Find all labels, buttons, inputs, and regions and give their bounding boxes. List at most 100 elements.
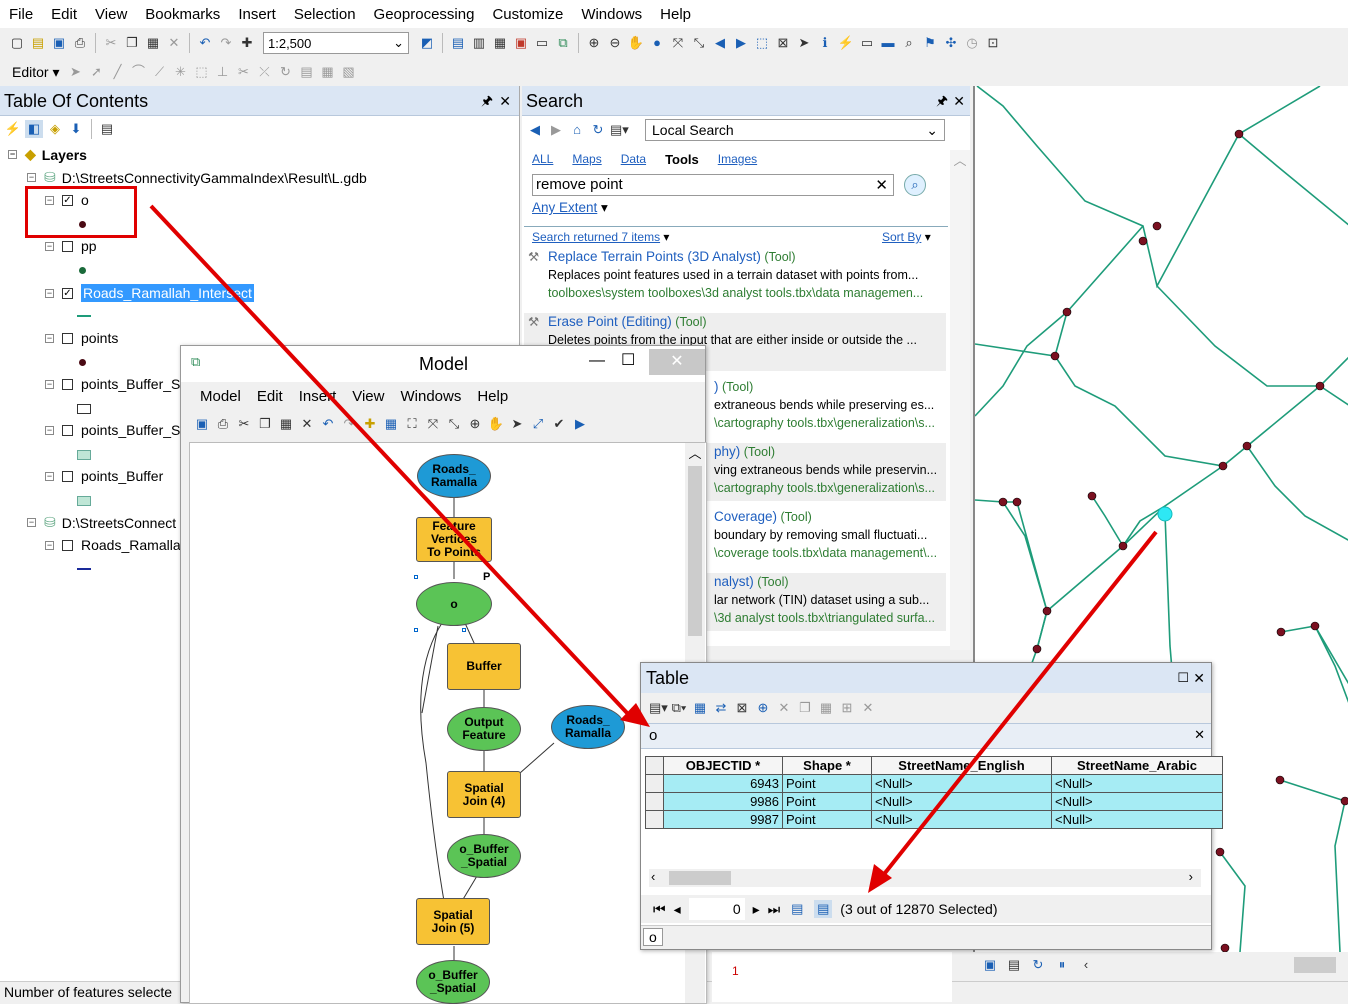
- home-icon[interactable]: ⌂: [568, 121, 586, 139]
- scroll-up-icon[interactable]: ︿: [685, 443, 705, 462]
- cut-icon[interactable]: ✂: [235, 415, 253, 433]
- collapse-icon[interactable]: −: [45, 288, 54, 298]
- list-by-source-icon[interactable]: ◧: [25, 120, 43, 138]
- scroll-left-icon[interactable]: ‹: [1077, 956, 1095, 974]
- table-tab-o[interactable]: o: [643, 928, 663, 946]
- forward-icon[interactable]: ▶: [547, 121, 565, 139]
- menu-view[interactable]: View: [86, 6, 136, 23]
- model-node-buffer[interactable]: Buffer: [447, 643, 521, 690]
- model-node-o-buffer-spatial-1[interactable]: o_Buffer _Spatial: [447, 834, 521, 878]
- row-selector[interactable]: [645, 792, 664, 811]
- redo-icon[interactable]: ↷: [340, 415, 358, 433]
- scroll-thumb[interactable]: [688, 466, 702, 636]
- menu-edit[interactable]: Edit: [42, 6, 86, 23]
- table-cell[interactable]: <Null>: [871, 792, 1052, 811]
- validate-icon[interactable]: ✔: [550, 415, 568, 433]
- open-icon[interactable]: ▤: [29, 34, 47, 52]
- catalog-icon[interactable]: ▥: [470, 34, 488, 52]
- python-icon[interactable]: ▭: [533, 34, 551, 52]
- menu-windows[interactable]: Windows: [572, 6, 651, 23]
- layer-visibility-checkbox[interactable]: [62, 332, 73, 344]
- scroll-right-icon[interactable]: ›: [1189, 869, 1193, 884]
- sort-by-link[interactable]: Sort By ▾: [882, 230, 931, 244]
- map-scroll-thumb[interactable]: [1294, 957, 1336, 973]
- clear-search-icon[interactable]: ✕: [875, 176, 888, 194]
- hyperlink-icon[interactable]: ⚡: [837, 34, 855, 52]
- layer-points[interactable]: − points: [45, 330, 118, 346]
- zoom-in-icon[interactable]: ⊕: [585, 34, 603, 52]
- layer-visibility-checkbox[interactable]: [62, 470, 73, 482]
- layer-visibility-checkbox[interactable]: [62, 240, 73, 252]
- close-icon[interactable]: ✕: [1194, 727, 1205, 743]
- save-icon[interactable]: ▣: [193, 415, 211, 433]
- toolbox-icon[interactable]: ▣: [512, 34, 530, 52]
- model-node-spatial-join-5[interactable]: Spatial Join (5): [416, 898, 490, 945]
- row-selector[interactable]: [645, 774, 664, 793]
- minimize-button[interactable]: —: [589, 352, 605, 370]
- show-selected-records-icon[interactable]: ▤: [814, 900, 833, 918]
- menu-selection[interactable]: Selection: [285, 6, 365, 23]
- collapse-icon[interactable]: −: [45, 241, 54, 251]
- collapse-icon[interactable]: −: [45, 540, 54, 550]
- column-header[interactable]: Shape *: [782, 756, 872, 775]
- table-cell[interactable]: <Null>: [1051, 792, 1223, 811]
- switch-selection-icon[interactable]: ⇄: [712, 699, 730, 717]
- pin-icon[interactable]: 🖈: [481, 86, 493, 116]
- fixed-zoom-out-icon[interactable]: ⤡: [445, 415, 463, 433]
- table-cell[interactable]: <Null>: [1051, 774, 1223, 793]
- forward-icon[interactable]: ▶: [732, 34, 750, 52]
- pin-icon[interactable]: 🖈: [936, 86, 948, 116]
- table-row[interactable]: 9986 Point <Null> <Null>: [645, 792, 1223, 811]
- editor-menu[interactable]: Editor ▾: [8, 64, 64, 81]
- print-icon[interactable]: ⎙: [71, 34, 89, 52]
- find-route-icon[interactable]: ⚑: [921, 34, 939, 52]
- layer-pp[interactable]: − pp: [45, 238, 97, 254]
- menu-bookmarks[interactable]: Bookmarks: [136, 6, 229, 23]
- delete-icon[interactable]: ✕: [165, 34, 183, 52]
- column-header[interactable]: StreetName_Arabic: [1051, 756, 1223, 775]
- tab-data[interactable]: Data: [621, 152, 646, 167]
- add-data-icon[interactable]: ✚: [238, 34, 256, 52]
- go-to-xy-icon[interactable]: ✣: [942, 34, 960, 52]
- model-node-o[interactable]: o: [416, 582, 492, 626]
- layer-visibility-checkbox[interactable]: [62, 424, 73, 436]
- time-slider-icon[interactable]: ◷: [963, 34, 981, 52]
- table-options-icon[interactable]: ▤▾: [649, 699, 668, 717]
- menu-customize[interactable]: Customize: [483, 6, 572, 23]
- column-header[interactable]: StreetName_English: [871, 756, 1052, 775]
- data-view-icon[interactable]: ▣: [981, 956, 999, 974]
- collapse-icon[interactable]: −: [45, 333, 54, 343]
- save-icon[interactable]: ▣: [50, 34, 68, 52]
- search-options-icon[interactable]: ▤▾: [610, 121, 629, 139]
- layer-visibility-checkbox[interactable]: [62, 539, 73, 551]
- editor-toolbar-icon[interactable]: ◩: [418, 34, 436, 52]
- run-icon[interactable]: ▶: [571, 415, 589, 433]
- close-button[interactable]: ✕: [649, 349, 705, 375]
- maximize-button[interactable]: ☐: [1177, 663, 1189, 693]
- layout-view-icon[interactable]: ▤: [1005, 956, 1023, 974]
- gdb-source-1[interactable]: − ⛁ D:\StreetsConnectivityGammaIndex\Resul…: [27, 169, 367, 186]
- selection-handle[interactable]: [414, 628, 418, 632]
- search-result[interactable]: ⚒ Replace Terrain Points (3D Analyst) (T…: [524, 248, 946, 308]
- table-cell[interactable]: Point: [782, 810, 872, 829]
- paste-icon[interactable]: ▦: [144, 34, 162, 52]
- scroll-up-icon[interactable]: ︿: [950, 150, 970, 169]
- collapse-icon[interactable]: −: [45, 471, 54, 481]
- column-header[interactable]: OBJECTID *: [663, 756, 783, 775]
- delete-icon[interactable]: ✕: [298, 415, 316, 433]
- menu-insert[interactable]: Insert: [229, 6, 285, 23]
- tab-images[interactable]: Images: [718, 152, 757, 167]
- list-by-selection-icon[interactable]: ⬇: [67, 120, 85, 138]
- measure-icon[interactable]: ▬: [879, 34, 897, 52]
- table-cell[interactable]: <Null>: [871, 810, 1052, 829]
- options-icon[interactable]: ▤: [98, 120, 116, 138]
- fixed-zoom-out-icon[interactable]: ⤡: [690, 34, 708, 52]
- table-cell[interactable]: 9986: [663, 792, 783, 811]
- clear-selection-icon[interactable]: ⊠: [733, 699, 751, 717]
- search-count-link[interactable]: Search returned 7 items ▾: [532, 230, 669, 244]
- model-node-roads-join[interactable]: Roads_ Ramalla: [551, 705, 625, 749]
- model-node-roads-input[interactable]: Roads_ Ramalla: [417, 454, 491, 498]
- collapse-icon[interactable]: −: [27, 173, 36, 182]
- model-menu-view[interactable]: View: [345, 388, 391, 405]
- scale-combo[interactable]: 1:2,500 ⌄: [263, 32, 409, 54]
